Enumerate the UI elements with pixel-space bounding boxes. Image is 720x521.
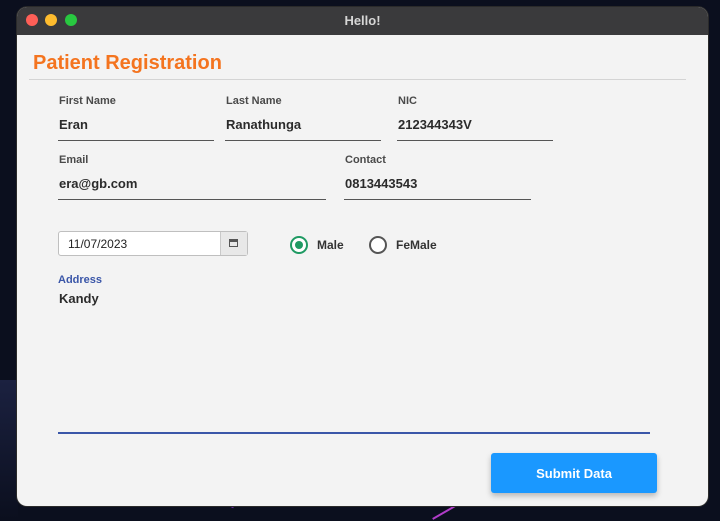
- email-label: Email: [59, 154, 89, 166]
- app-window: Hello! Patient Registration First Name E…: [17, 7, 708, 506]
- contact-input[interactable]: 0813443543: [345, 176, 417, 191]
- female-radio[interactable]: [369, 236, 387, 254]
- nic-input[interactable]: 212344343V: [398, 117, 472, 132]
- window-title: Hello!: [344, 13, 381, 28]
- email-underline: [58, 199, 326, 200]
- contact-label: Contact: [345, 154, 386, 166]
- title-bar[interactable]: Hello!: [17, 7, 708, 35]
- first-name-underline: [58, 140, 214, 141]
- male-label[interactable]: Male: [317, 238, 344, 252]
- calendar-icon: [229, 239, 238, 247]
- email-input[interactable]: era@gb.com: [59, 176, 137, 191]
- female-label[interactable]: FeMale: [396, 238, 437, 252]
- address-label: Address: [58, 274, 103, 286]
- nic-label: NIC: [398, 95, 417, 107]
- contact-underline: [344, 199, 531, 200]
- date-input[interactable]: 11/07/2023: [68, 237, 127, 251]
- submit-data-button[interactable]: Submit Data: [491, 453, 657, 493]
- page-title: Patient Registration: [33, 52, 222, 74]
- last-name-label: Last Name: [226, 95, 282, 107]
- first-name-label: First Name: [59, 95, 116, 107]
- heading-divider: [29, 79, 686, 80]
- nic-underline: [397, 140, 553, 141]
- last-name-input[interactable]: Ranathunga: [226, 117, 301, 132]
- date-of-birth-picker[interactable]: 11/07/2023: [58, 231, 248, 256]
- first-name-input[interactable]: Eran: [59, 117, 88, 132]
- calendar-button[interactable]: [220, 232, 247, 255]
- last-name-underline: [225, 140, 381, 141]
- address-underline: [58, 432, 650, 434]
- desktop-background: [0, 380, 18, 520]
- male-radio[interactable]: [290, 236, 308, 254]
- address-textarea[interactable]: Kandy: [59, 291, 99, 306]
